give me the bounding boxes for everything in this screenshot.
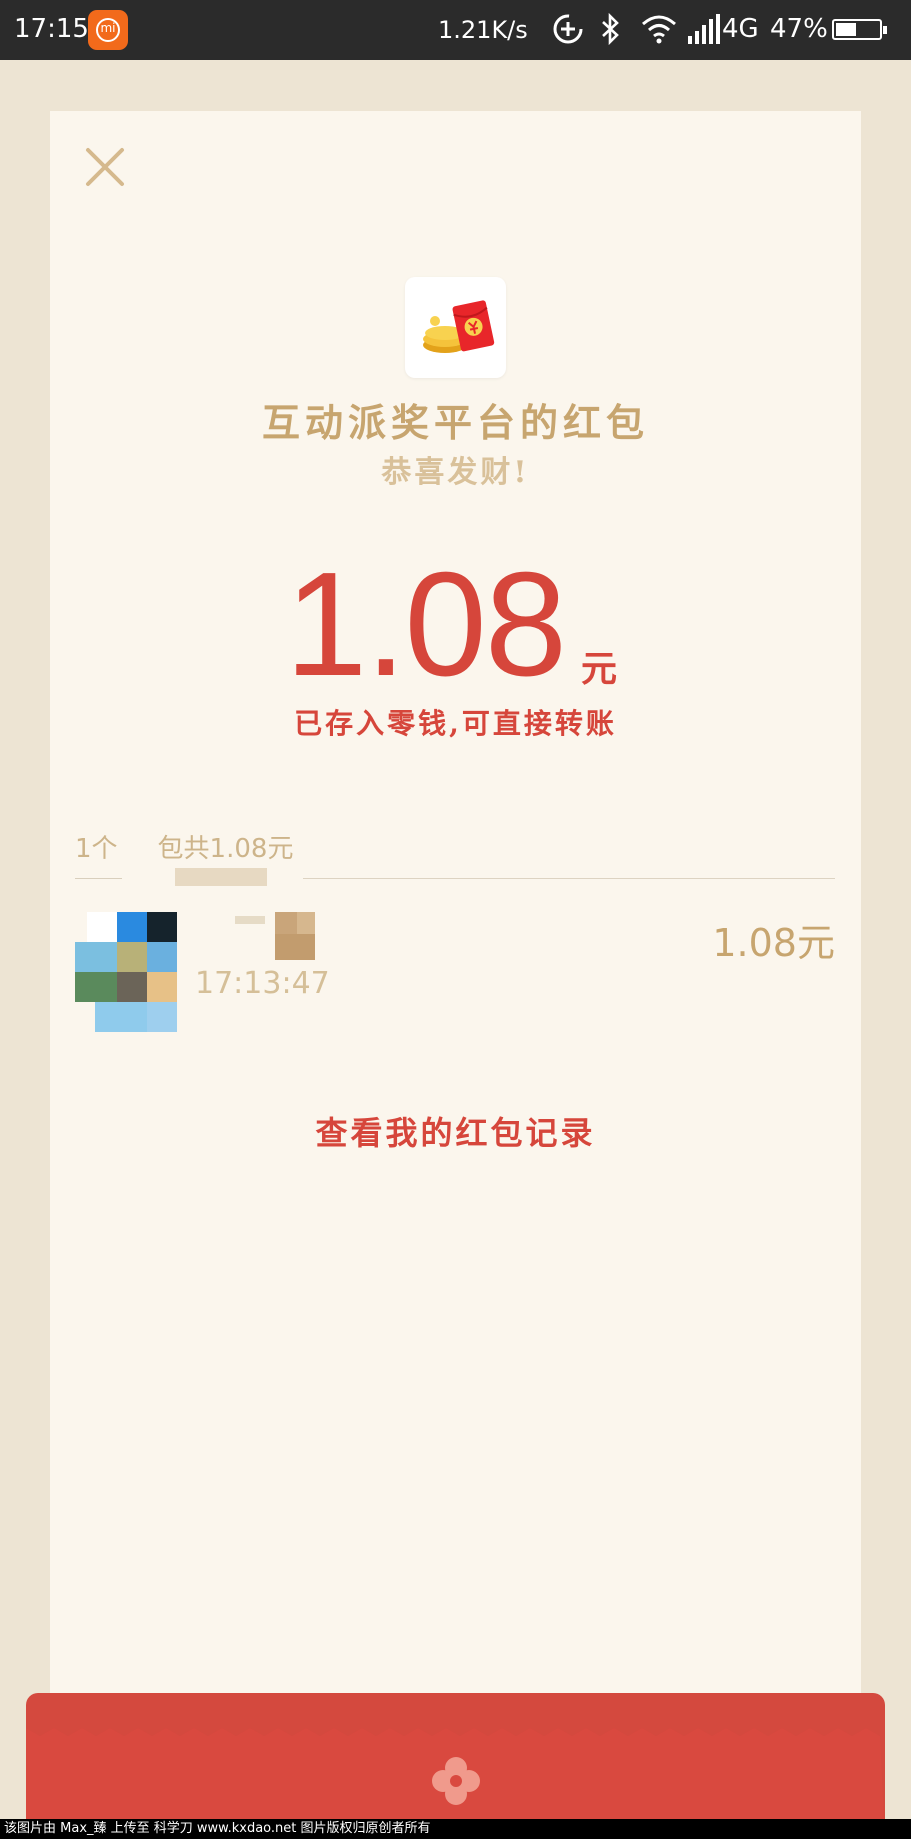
battery-fill [836,23,856,36]
divider [75,878,122,879]
packet-summary: 1个 包共1.08元 [75,828,293,865]
saved-note: 已存入零钱,可直接转账 [294,707,617,740]
list-item[interactable]: 17:13:47 1.08元 [75,912,835,1032]
flower-icon [432,1757,480,1805]
close-icon[interactable] [80,142,130,192]
red-envelope-logo [405,277,506,378]
summary-total: 包共1.08元 [157,834,294,864]
signal-icon [688,14,720,44]
status-time: 17:15 [14,14,89,44]
sync-icon [553,14,583,44]
summary-count: 1个 [75,834,118,864]
mi-app-icon: mi [88,10,128,50]
redacted-name [195,912,315,967]
battery-percent: 47% [770,14,828,44]
wifi-icon [642,15,676,44]
packet-greeting: 恭喜发财! [381,455,530,490]
record-time: 17:13:47 [195,966,330,1001]
red-envelope-icon [423,300,495,353]
bluetooth-icon [602,12,619,46]
view-records-link[interactable]: 查看我的红包记录 [0,1108,911,1154]
status-bar: 17:15 mi 1.21K/s 4G 47% [0,0,911,60]
redacted-block [175,868,267,886]
packet-title: 互动派奖平台的红包 [261,400,649,445]
avatar [75,912,177,1032]
network-type: 4G [722,14,759,44]
record-amount: 1.08元 [712,921,835,965]
amount-value: 1.08 [285,542,567,707]
amount-unit: 元 [581,648,618,690]
watermark: 该图片由 Max_臻 上传至 科学刀 www.kxdao.net 图片版权归原创… [0,1819,911,1839]
battery-icon [832,19,887,40]
mi-badge-text: mi [100,21,116,35]
divider [303,878,835,879]
network-speed: 1.21K/s [438,16,528,44]
